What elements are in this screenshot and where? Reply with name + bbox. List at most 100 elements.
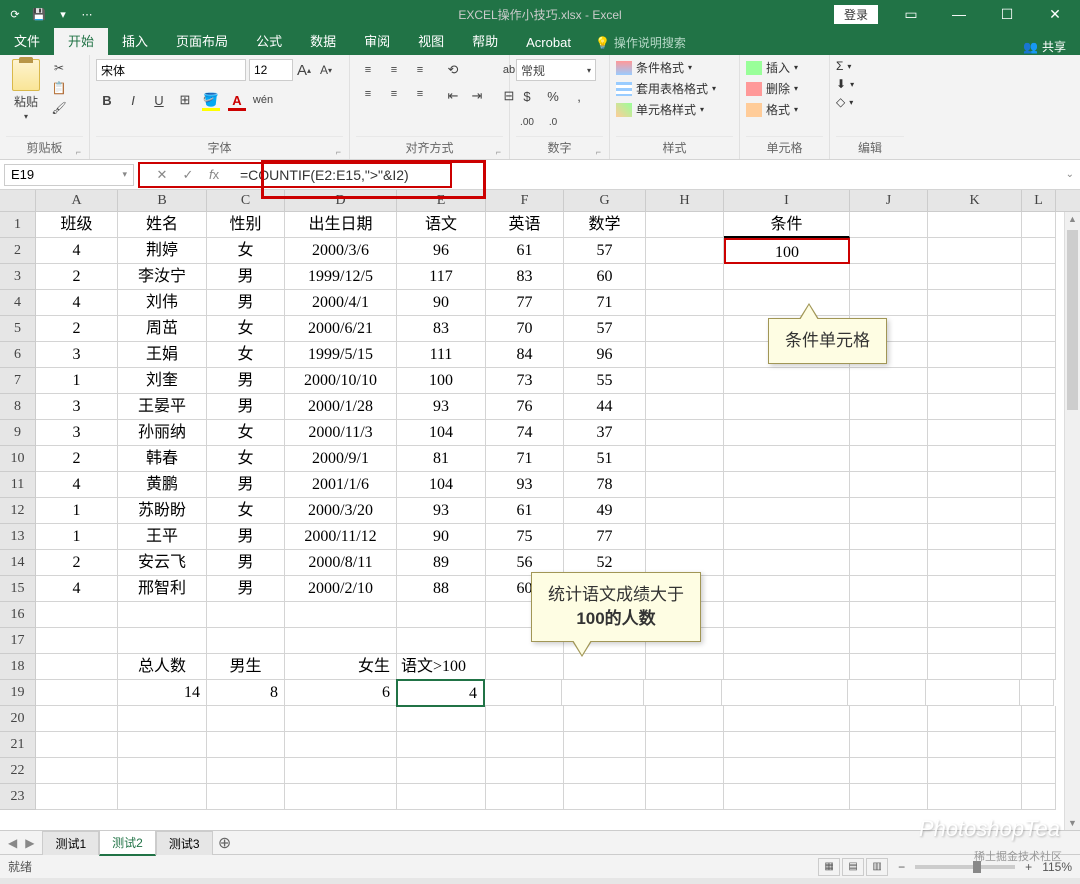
row-header[interactable]: 19 <box>0 680 36 706</box>
cell[interactable] <box>1022 394 1056 420</box>
cell[interactable]: 70 <box>486 316 564 342</box>
enter-formula-icon[interactable]: ✓ <box>178 167 198 183</box>
cell[interactable] <box>1022 576 1056 602</box>
cell[interactable]: 71 <box>486 446 564 472</box>
cell[interactable]: 2000/8/11 <box>285 550 397 576</box>
cell[interactable] <box>646 524 724 550</box>
cell[interactable]: 76 <box>486 394 564 420</box>
align-top-icon[interactable]: ≡ <box>356 59 380 81</box>
increase-font-icon[interactable]: A▴ <box>293 59 315 81</box>
cell[interactable] <box>724 628 850 654</box>
cell[interactable] <box>850 732 928 758</box>
cell[interactable] <box>724 446 850 472</box>
fx-icon[interactable]: fx <box>204 167 224 183</box>
tab-file[interactable]: 文件 <box>0 27 54 55</box>
row-header[interactable]: 17 <box>0 628 36 654</box>
cut-icon[interactable]: ✂ <box>50 59 68 77</box>
cell[interactable]: 93 <box>397 498 486 524</box>
cell[interactable] <box>850 654 928 680</box>
cell[interactable] <box>928 628 1022 654</box>
cell[interactable] <box>724 498 850 524</box>
cell[interactable] <box>646 394 724 420</box>
autosum-button[interactable]: Σ▾ <box>836 59 854 73</box>
tab-home[interactable]: 开始 <box>54 27 108 55</box>
cell[interactable]: 2000/3/20 <box>285 498 397 524</box>
cell[interactable] <box>486 654 564 680</box>
cell[interactable] <box>397 706 486 732</box>
cell[interactable]: 2000/4/1 <box>285 290 397 316</box>
sheet-tab-3[interactable]: 测试3 <box>156 831 213 855</box>
cell[interactable]: 女 <box>207 446 285 472</box>
comma-icon[interactable]: , <box>568 85 590 107</box>
cell[interactable] <box>724 290 850 316</box>
cell[interactable] <box>118 732 207 758</box>
cell[interactable] <box>724 758 850 784</box>
cell[interactable] <box>285 758 397 784</box>
cell[interactable]: 104 <box>397 472 486 498</box>
cell[interactable] <box>36 680 118 706</box>
cell[interactable]: 1 <box>36 368 118 394</box>
number-format-select[interactable]: 常规▾ <box>516 59 596 81</box>
cell[interactable] <box>928 290 1022 316</box>
col-header[interactable]: J <box>850 190 928 211</box>
cell[interactable] <box>850 758 928 784</box>
cell[interactable]: 班级 <box>36 212 118 238</box>
scrollbar-thumb[interactable] <box>1067 230 1078 410</box>
cell[interactable]: 姓名 <box>118 212 207 238</box>
cell[interactable] <box>928 706 1022 732</box>
zoom-slider[interactable] <box>915 865 1015 869</box>
cell[interactable]: 英语 <box>486 212 564 238</box>
cell[interactable] <box>285 706 397 732</box>
launcher-icon[interactable]: ⌐ <box>496 147 501 157</box>
cell[interactable] <box>724 472 850 498</box>
cell[interactable] <box>1022 732 1056 758</box>
page-break-view-icon[interactable]: ▥ <box>866 858 888 876</box>
share-button[interactable]: 👥共享 <box>1023 38 1080 55</box>
decrease-decimal-icon[interactable]: .0 <box>542 111 564 133</box>
cell[interactable] <box>724 550 850 576</box>
tab-layout[interactable]: 页面布局 <box>162 27 242 55</box>
cell[interactable] <box>397 732 486 758</box>
cell[interactable]: 数学 <box>564 212 646 238</box>
cell[interactable]: 王晏平 <box>118 394 207 420</box>
cell[interactable] <box>850 420 928 446</box>
cell[interactable] <box>928 472 1022 498</box>
cell[interactable] <box>118 602 207 628</box>
cell[interactable]: 93 <box>486 472 564 498</box>
insert-cells-button[interactable]: 插入▾ <box>746 59 798 76</box>
cell[interactable]: 2000/6/21 <box>285 316 397 342</box>
cell[interactable]: 3 <box>36 420 118 446</box>
minimize-button[interactable]: — <box>944 4 974 24</box>
format-cells-button[interactable]: 格式▾ <box>746 101 798 118</box>
col-header[interactable]: K <box>928 190 1022 211</box>
cell[interactable] <box>646 212 724 238</box>
cell[interactable] <box>1022 420 1056 446</box>
maximize-button[interactable]: ☐ <box>992 4 1022 24</box>
cell[interactable] <box>850 394 928 420</box>
cell[interactable]: 117 <box>397 264 486 290</box>
cell[interactable]: 李汝宁 <box>118 264 207 290</box>
cell[interactable]: 男 <box>207 576 285 602</box>
cell[interactable] <box>397 602 486 628</box>
cell[interactable] <box>646 420 724 446</box>
cell[interactable] <box>118 784 207 810</box>
cell[interactable]: 男 <box>207 472 285 498</box>
cell[interactable] <box>564 784 646 810</box>
row-header[interactable]: 22 <box>0 758 36 784</box>
cell[interactable] <box>724 602 850 628</box>
cell[interactable] <box>928 316 1022 342</box>
cell[interactable]: 104 <box>397 420 486 446</box>
cell[interactable] <box>118 706 207 732</box>
name-box[interactable]: E19▾ <box>4 164 134 186</box>
cell[interactable] <box>724 576 850 602</box>
phonetic-button[interactable]: wén <box>252 89 274 111</box>
tab-help[interactable]: 帮助 <box>458 27 512 55</box>
cell[interactable] <box>285 602 397 628</box>
tab-formula[interactable]: 公式 <box>242 27 296 55</box>
cancel-formula-icon[interactable]: ✕ <box>152 167 172 183</box>
cell[interactable]: 61 <box>486 498 564 524</box>
italic-button[interactable]: I <box>122 89 144 111</box>
cell[interactable]: 2001/1/6 <box>285 472 397 498</box>
cell[interactable]: 男生 <box>207 654 285 680</box>
copy-icon[interactable]: 📋 <box>50 79 68 97</box>
